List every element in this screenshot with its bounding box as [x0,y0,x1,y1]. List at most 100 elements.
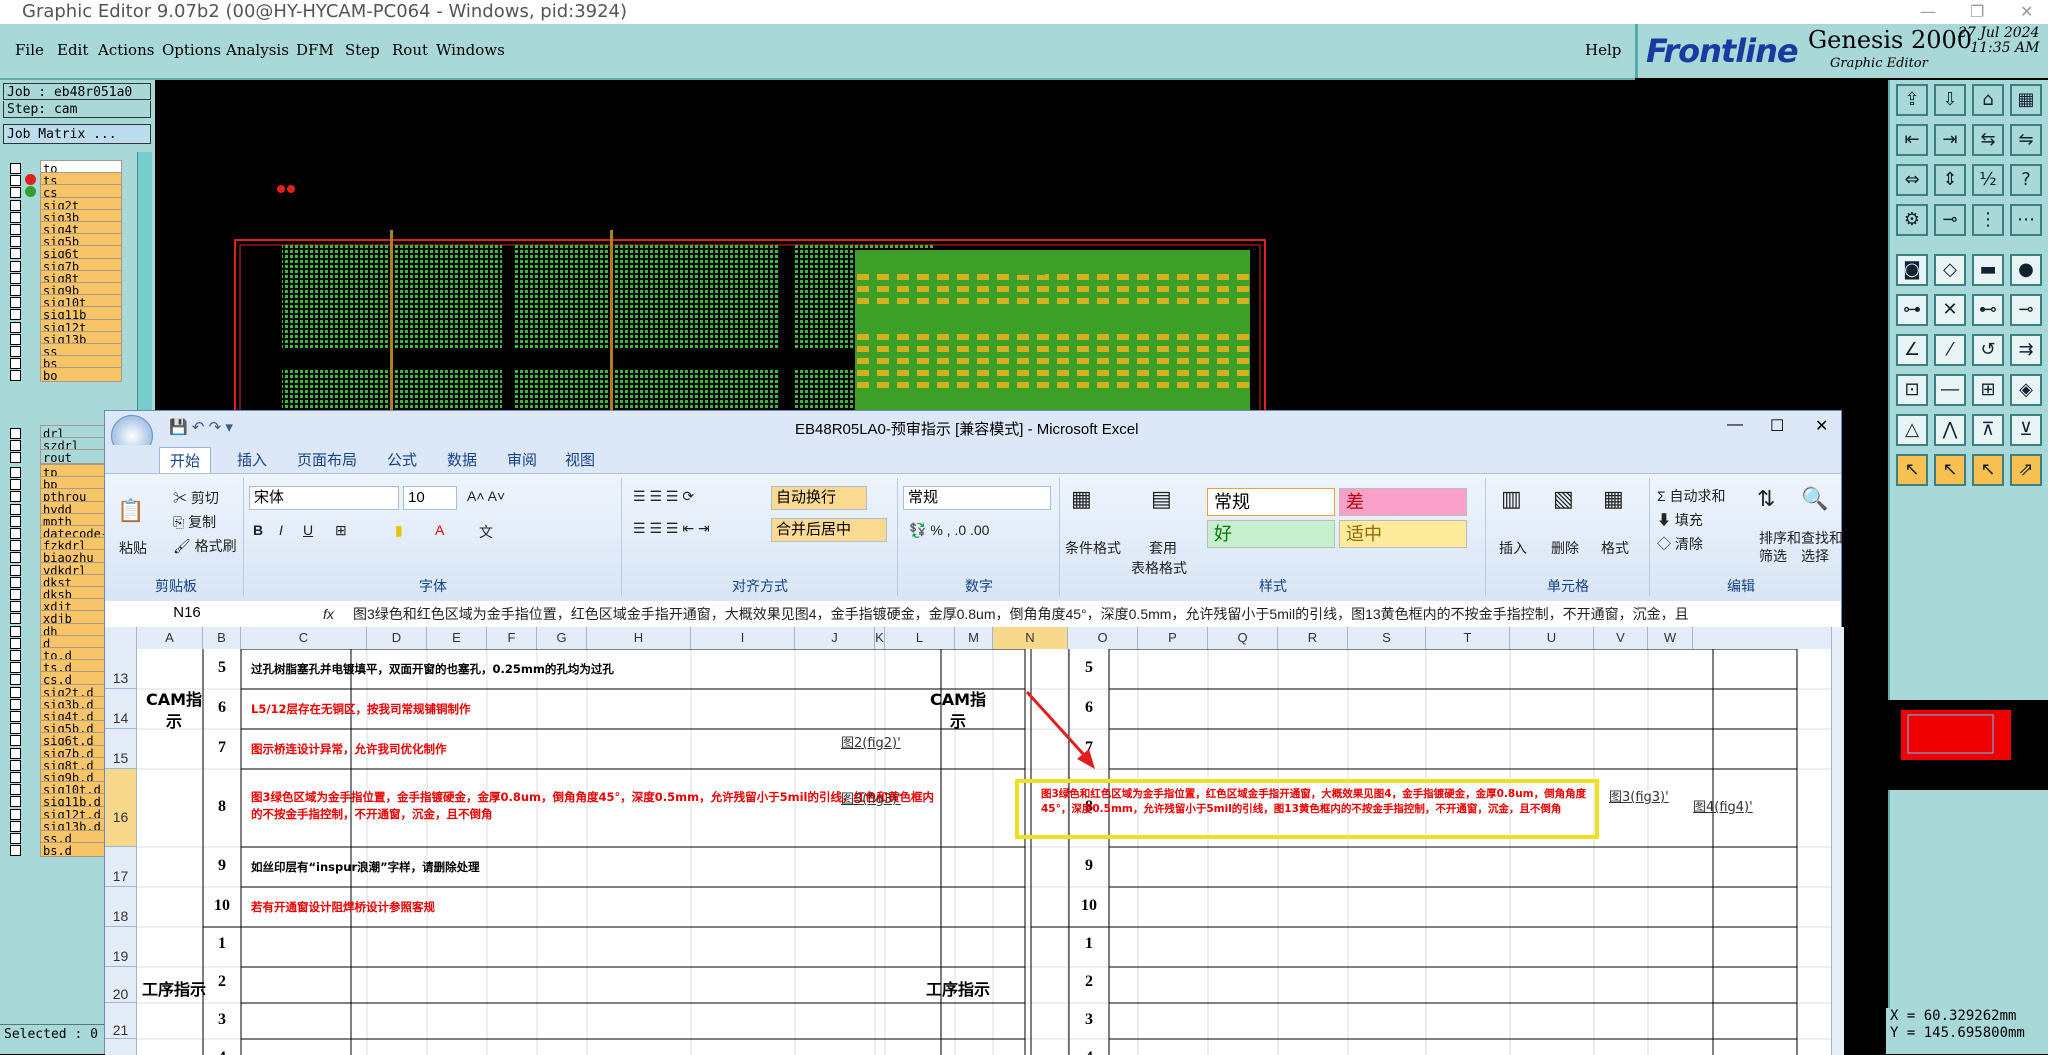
column-header[interactable]: D [367,627,427,649]
column-header[interactable]: K [875,627,885,649]
tool-button[interactable]: ▬ [1972,254,2004,286]
tab-formulas[interactable]: 公式 [387,449,417,470]
tool-button[interactable]: ⊻ [2010,414,2042,446]
merge-center-button[interactable]: 合并后居中 [771,518,887,542]
column-header[interactable]: U [1510,627,1594,649]
column-header[interactable]: B [203,627,241,649]
find-select-line2[interactable]: 选择 [1801,546,1829,566]
tool-button[interactable]: ⊞ [1972,374,2004,406]
column-header[interactable]: E [427,627,487,649]
xl-close-icon[interactable]: ✕ [1815,416,1828,436]
tool-button[interactable]: ◈ [2010,374,2042,406]
tool-button[interactable]: ⇪ [1896,84,1928,116]
fx-icon[interactable]: fx [323,601,334,627]
conditional-format-button[interactable]: 条件格式 [1065,538,1121,558]
column-header[interactable]: T [1426,627,1510,649]
graphic-canvas[interactable] [155,80,1890,501]
tool-button[interactable]: ↺ [1972,334,2004,366]
table-format-line2[interactable]: 表格格式 [1131,558,1187,578]
layer-name[interactable]: bo [40,367,122,383]
menu-analysis[interactable]: Analysis [226,41,289,59]
tool-button[interactable]: ⋯ [2010,204,2042,236]
tool-button[interactable]: ▦ [2010,84,2042,116]
style-bad[interactable]: 差 [1339,488,1467,516]
tool-button[interactable]: ⇕ [1934,164,1966,196]
menu-rout[interactable]: Rout [392,41,428,59]
tab-home[interactable]: 开始 [159,447,212,473]
tool-button[interactable]: ∠ [1896,334,1928,366]
fill-color-icon[interactable]: ▮ [395,522,403,539]
tool-button[interactable]: ? [2010,164,2042,196]
worksheet-grid[interactable]: 13141516171819202122 CAM指示 工序指示 5过孔树脂塞孔并… [105,649,1831,1055]
tab-data[interactable]: 数据 [447,449,477,470]
menu-dfm[interactable]: DFM [296,41,334,59]
column-header[interactable]: P [1138,627,1208,649]
style-normal[interactable]: 常规 [1207,488,1335,516]
xl-minimize-icon[interactable]: — [1727,416,1743,434]
menu-help[interactable]: Help [1585,41,1621,59]
clear-button[interactable]: ◇ 清除 [1657,534,1703,554]
xl-maximize-icon[interactable]: ☐ [1770,416,1784,436]
tool-button[interactable]: ⊼ [1972,414,2004,446]
number-format-icons[interactable]: 💱 % , .0 .00 [909,522,989,539]
column-header[interactable]: N [993,627,1068,649]
style-good[interactable]: 好 [1207,520,1335,548]
column-header[interactable]: S [1348,627,1426,649]
find-select-line1[interactable]: 查找和 [1801,528,1843,548]
menu-windows[interactable]: Windows [436,41,505,59]
column-header[interactable]: L [885,627,955,649]
tool-button[interactable]: ⇋ [2010,124,2042,156]
font-size-select[interactable]: 10 [403,486,457,510]
tool-button[interactable]: ⁄ [1934,334,1966,366]
tool-button[interactable]: ⊸ [2010,294,2042,326]
italic-button[interactable]: I [279,522,283,538]
tab-review[interactable]: 审阅 [507,449,537,470]
phonetic-icon[interactable]: 文 [479,522,493,542]
tool-button[interactable]: ✕ [1934,294,1966,326]
layer-row[interactable]: bo [0,367,125,383]
layer-checkbox[interactable] [10,370,21,382]
tool-button[interactable]: ⋀ [1934,414,1966,446]
close-icon[interactable]: ✕ [2020,0,2033,24]
vertical-scrollbar[interactable] [1831,627,1844,1055]
tool-button[interactable]: ↖ [1896,454,1928,486]
font-name-select[interactable]: 宋体 [249,486,399,510]
tool-button[interactable]: ⋮ [1972,204,2004,236]
delete-cells-button[interactable]: 删除 [1551,538,1579,558]
copy-button[interactable]: ⎘ 复制 [173,512,216,532]
number-format-select[interactable]: 常规 [903,486,1051,510]
autosum-button[interactable]: Σ 自动求和 [1657,486,1726,506]
column-header[interactable]: C [241,627,367,649]
sort-filter-line1[interactable]: 排序和 [1759,528,1801,548]
bold-button[interactable]: B [253,522,263,538]
tool-button[interactable]: ⇉ [2010,334,2042,366]
column-header[interactable]: J [795,627,875,649]
menu-options[interactable]: Options [162,41,221,59]
column-header[interactable]: O [1068,627,1138,649]
tool-button[interactable]: ⌂ [1972,84,2004,116]
tool-button[interactable]: ⚙ [1896,204,1928,236]
tool-button[interactable]: ⇆ [1972,124,2004,156]
sort-filter-line2[interactable]: 筛选 [1759,546,1787,566]
column-header[interactable]: M [955,627,993,649]
border-icon[interactable]: ⊞ [335,522,347,539]
tool-button[interactable]: ◙ [1896,254,1928,286]
tool-button[interactable]: ⊸ [1934,204,1966,236]
tool-button[interactable]: ― [1934,374,1966,406]
tool-button[interactable]: ↖ [1972,454,2004,486]
insert-cells-button[interactable]: 插入 [1499,538,1527,558]
layer-checkbox[interactable] [10,452,21,464]
column-header[interactable]: H [587,627,691,649]
tool-button[interactable]: ● [2010,254,2042,286]
tool-button[interactable]: ½ [1972,164,2004,196]
name-box[interactable]: N16 [105,602,265,626]
tool-button[interactable]: ⊶ [1896,294,1928,326]
tool-button[interactable]: ⇔ [1896,164,1928,196]
column-header[interactable]: R [1278,627,1348,649]
column-header[interactable]: G [537,627,587,649]
quick-access-toolbar[interactable]: 💾 ↶ ↷ ▾ [169,418,233,436]
column-header[interactable]: I [691,627,795,649]
table-format-line1[interactable]: 套用 [1149,538,1177,558]
tool-button[interactable]: ⇥ [1934,124,1966,156]
tool-button[interactable]: ◇ [1934,254,1966,286]
